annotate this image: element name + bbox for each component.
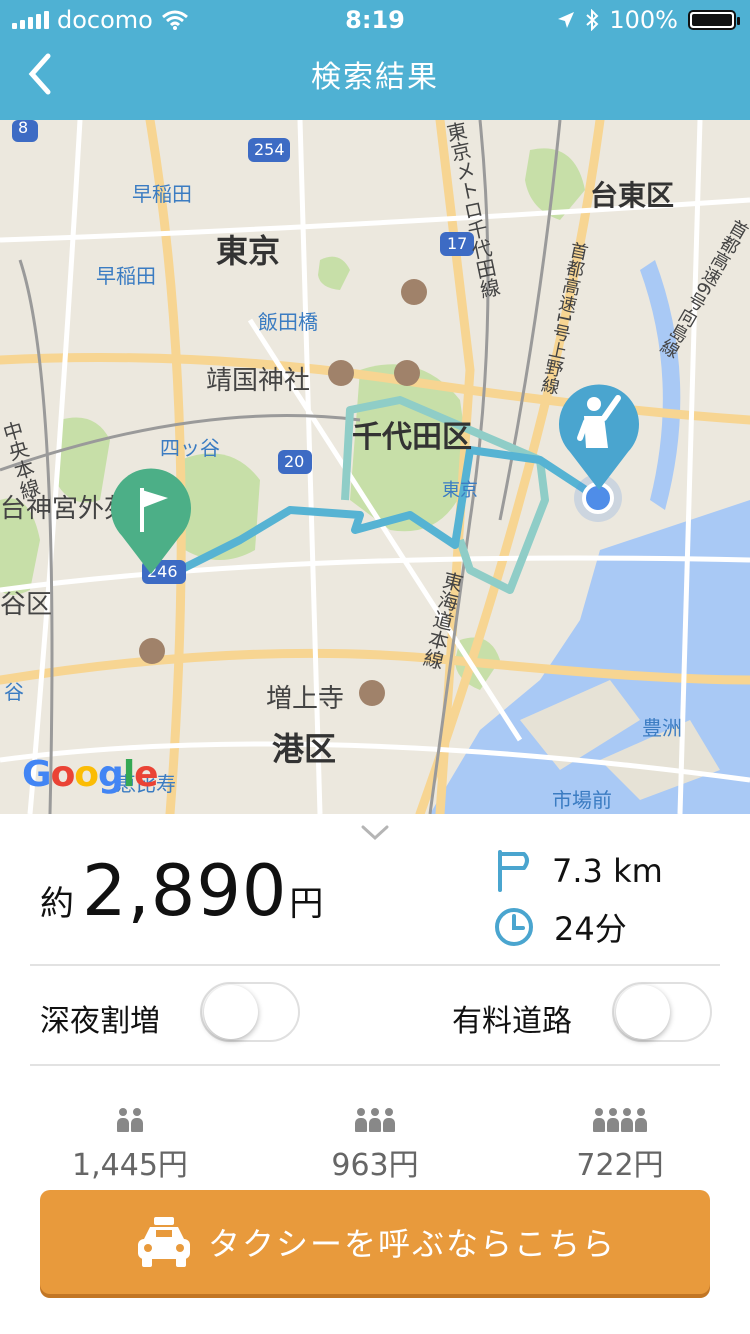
toll-road-label: 有料道路 [452, 1004, 572, 1039]
google-logo: Google [22, 754, 159, 795]
map-label-toyosu: 豊洲 [642, 716, 682, 740]
split-amount: 722円 [576, 1148, 664, 1183]
location-arrow-icon [558, 12, 575, 28]
call-taxi-button[interactable]: タクシーを呼ぶならこちら [40, 1190, 710, 1294]
late-night-toggle[interactable] [200, 982, 300, 1042]
split-amount: 963円 [331, 1148, 419, 1183]
page-title: 検索結果 [311, 60, 439, 95]
fare-sheet: 約 2,890 円 7.3 km 24分 深夜割増 有料道路 1,445円 96… [0, 814, 750, 1334]
four-people-icon [525, 1096, 715, 1132]
call-taxi-label: タクシーを呼ぶならこちら [207, 1225, 616, 1263]
split-fare-2: 1,445円 [35, 1096, 225, 1184]
battery-icon [688, 10, 740, 30]
map-label-minato: 港区 [272, 730, 337, 768]
app-header: docomo 8:19 100% 検索結果 [0, 0, 750, 120]
fare-estimate: 約 2,890 円 [40, 850, 323, 932]
battery-percent: 100% [609, 6, 678, 34]
divider [30, 964, 720, 966]
map-label-left-station: 谷 [4, 680, 24, 704]
split-amount: 1,445円 [72, 1148, 188, 1183]
flag-icon [498, 850, 529, 892]
map-label-tokyo: 東京 [216, 232, 281, 270]
split-fare-3: 963円 [280, 1096, 470, 1184]
map-label-yotsuya: 四ッ谷 [160, 436, 220, 460]
options-row: 深夜割増 有料道路 [0, 982, 750, 1062]
route-shield-254: 254 [254, 140, 285, 159]
collapse-chevron-icon[interactable] [360, 824, 390, 842]
map-label-taito: 台東区 [590, 179, 675, 212]
fare-prefix: 約 [40, 884, 74, 924]
fare-value: 2,890 [82, 850, 288, 932]
map-label-waseda-station: 早稲田 [132, 182, 192, 206]
map-label-zojoji: 増上寺 [266, 684, 345, 714]
three-people-icon [280, 1096, 470, 1132]
status-bar: docomo 8:19 100% [0, 0, 750, 40]
map-label-chiyoda: 千代田区 [352, 420, 472, 455]
bluetooth-icon [586, 9, 599, 31]
map-label-waseda: 早稲田 [96, 264, 156, 288]
two-people-icon [35, 1096, 225, 1132]
route-shield-8: 8 [18, 120, 29, 137]
pickup-person-pin-icon[interactable] [556, 382, 642, 492]
duration-value: 24分 [554, 910, 627, 948]
map-label-shijomae: 市場前 [552, 788, 612, 812]
divider [30, 1064, 720, 1066]
status-right: 100% [557, 6, 740, 34]
route-shield-20: 20 [284, 452, 305, 471]
map-label-iidabashi: 飯田橋 [258, 310, 318, 334]
split-fare-4: 722円 [525, 1096, 715, 1184]
map-label-yasukuni: 靖国神社 [206, 366, 311, 396]
map-label-tokyo-station: 東京 [442, 480, 478, 501]
map-label-shibuya: 谷区 [0, 590, 53, 620]
fare-unit: 円 [289, 884, 324, 924]
taxi-icon [137, 1217, 190, 1267]
distance-value: 7.3 km [552, 852, 663, 890]
late-night-label: 深夜割増 [40, 1004, 160, 1039]
start-flag-pin-icon[interactable] [108, 466, 194, 576]
distance-stat: 7.3 km [494, 850, 663, 892]
toll-road-toggle[interactable] [612, 982, 712, 1042]
clock-icon [495, 908, 533, 946]
duration-stat: 24分 [494, 904, 627, 950]
route-map[interactable]: 8 254 17 20 246 東京 千代田区 台東区 港区 早稲田 早稲田 飯… [0, 120, 750, 814]
